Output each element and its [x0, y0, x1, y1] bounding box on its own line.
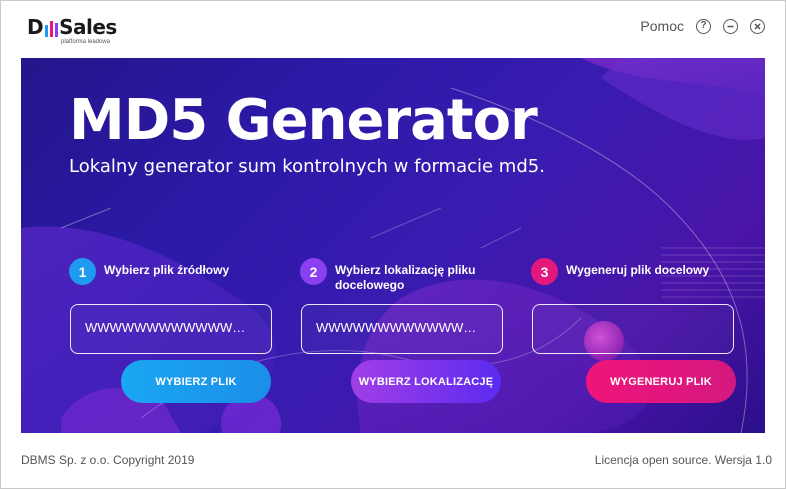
step-2-number: 2 — [300, 258, 327, 285]
step-3: 3 Wygeneruj plik docelowy — [531, 258, 731, 285]
close-icon[interactable] — [750, 18, 765, 34]
app-title: MD5 Generator — [69, 88, 538, 153]
hero-banner: MD5 Generator Lokalny generator sum kont… — [21, 58, 765, 433]
logo-subtitle: platforma leadowa — [61, 39, 111, 45]
logo-bars-icon — [45, 21, 59, 37]
choose-file-button[interactable]: WYBIERZ PLIK — [121, 360, 271, 403]
step-2-label: Wybierz lokalizację pliku docelowego — [335, 263, 476, 292]
step-3-label: Wygeneruj plik docelowy — [566, 263, 710, 277]
copyright-text: DBMS Sp. z o.o. Copyright 2019 — [21, 453, 195, 467]
app-window: D Sales platforma leadowa Pomoc ? MD5 Ge… — [0, 0, 786, 489]
step-2: 2 Wybierz lokalizację pliku docelowego — [300, 258, 505, 293]
dbms-sales-logo: D Sales platforma leadowa — [27, 17, 137, 49]
step-3-number: 3 — [531, 258, 558, 285]
choose-location-button[interactable]: WYBIERZ LOKALIZACJĘ — [351, 360, 501, 403]
source-file-field[interactable]: WWWWWWWWWWWWWWWWWWWWWWWWWW — [70, 304, 272, 354]
step-1: 1 Wybierz plik źródłowy — [69, 258, 269, 285]
destination-location-field[interactable]: WWWWWWWWWWWWWWWWWWWWWWWWWW — [301, 304, 503, 354]
window-controls: Pomoc ? — [640, 18, 765, 34]
logo-text-left: D — [27, 15, 44, 39]
help-link[interactable]: Pomoc — [640, 18, 684, 34]
output-file-field[interactable] — [532, 304, 734, 354]
step-1-label: Wybierz plik źródłowy — [104, 263, 230, 277]
logo-text-right: Sales — [59, 15, 117, 39]
generate-file-button[interactable]: WYGENERUJ PLIK — [586, 360, 736, 403]
app-subtitle: Lokalny generator sum kontrolnych w form… — [69, 156, 545, 177]
help-icon[interactable]: ? — [696, 18, 711, 34]
step-1-number: 1 — [69, 258, 96, 285]
license-version-text: Licencja open source. Wersja 1.0 — [594, 453, 772, 467]
minimize-icon[interactable] — [723, 18, 738, 34]
